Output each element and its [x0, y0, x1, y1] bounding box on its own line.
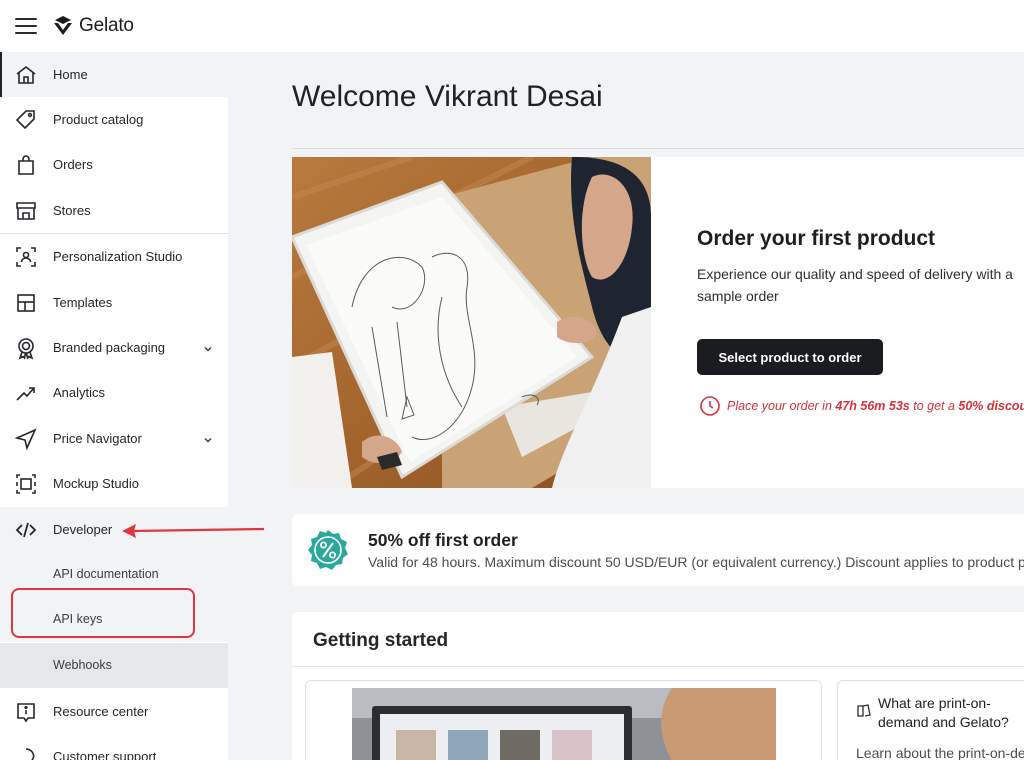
- timer-countdown: 47h 56m 53s: [835, 399, 910, 413]
- shopping-bag-icon: [18, 155, 34, 175]
- getting-started-article-card[interactable]: What are print-on-demand and Gelato? Lea…: [837, 680, 1024, 760]
- gelato-logo[interactable]: Gelato: [51, 14, 134, 38]
- first-order-card: Order your first product Experience our …: [292, 157, 1024, 488]
- personalization-icon: [16, 247, 36, 267]
- timer-prefix: Place your order in: [727, 399, 836, 413]
- trend-icon: [16, 387, 35, 401]
- framed-print-photo: [292, 157, 651, 488]
- welcome-divider: [292, 148, 1024, 149]
- navigation-icon: [14, 428, 37, 451]
- getting-started-divider: [292, 666, 1024, 667]
- sidebar-item-label: Orders: [53, 157, 93, 172]
- select-product-to-order-button[interactable]: Select product to order: [697, 339, 883, 375]
- sidebar-item-templates[interactable]: Templates: [0, 280, 228, 325]
- sidebar-item-label: Home: [53, 67, 88, 82]
- promo-title: 50% off first order: [368, 530, 518, 550]
- gelato-logo-icon: [54, 16, 72, 35]
- chevron-down-icon[interactable]: [202, 343, 214, 355]
- hero-title: Order your first product: [697, 227, 936, 250]
- sidebar-item-label: Personalization Studio: [53, 249, 183, 264]
- sidebar-item-personalization-studio[interactable]: Personalization Studio: [0, 234, 228, 279]
- sidebar-item-label: Analytics: [53, 385, 106, 400]
- app-name: Gelato: [79, 15, 134, 36]
- sidebar-item-mockup-studio[interactable]: Mockup Studio: [0, 461, 228, 506]
- sidebar-item-label: Branded packaging: [53, 340, 166, 355]
- sidebar-item-label: Developer: [53, 522, 113, 537]
- sidebar-item-stores[interactable]: Stores: [0, 188, 228, 233]
- sidebar-item-label: Mockup Studio: [53, 476, 139, 491]
- laptop-photo: [352, 688, 776, 760]
- mockup-icon: [16, 474, 36, 494]
- badge-icon: [18, 338, 34, 360]
- sidebar-item-price-navigator[interactable]: Price Navigator: [0, 416, 228, 461]
- sidebar-subitem-webhooks[interactable]: Webhooks: [0, 643, 228, 688]
- sidebar-subitem-label: API documentation: [53, 567, 159, 581]
- sidebar-item-analytics[interactable]: Analytics: [0, 370, 228, 415]
- webhooks-highlight-box: [11, 588, 195, 638]
- sidebar: Home Product catalog Orders Stores Perso…: [0, 52, 228, 760]
- code-icon: [15, 522, 37, 538]
- sidebar-item-label: Product catalog: [53, 112, 144, 127]
- sidebar-item-label: Customer support: [53, 749, 157, 760]
- chevron-down-icon[interactable]: [202, 434, 214, 446]
- discount-banner: 50% off first order Valid for 48 hours. …: [292, 514, 1024, 586]
- home-icon: [16, 65, 36, 84]
- timer-discount: 50% discount: [958, 399, 1024, 413]
- page-title: Welcome Vikrant Desai: [292, 80, 603, 113]
- getting-started-title: Getting started: [313, 630, 449, 651]
- sidebar-item-orders[interactable]: Orders: [0, 142, 228, 187]
- store-icon: [16, 202, 36, 220]
- templates-icon: [17, 294, 35, 312]
- sidebar-item-label: Stores: [53, 203, 91, 218]
- info-board-icon: [17, 703, 35, 723]
- sidebar-item-home[interactable]: Home: [0, 52, 228, 97]
- sidebar-item-product-catalog[interactable]: Product catalog: [0, 97, 228, 142]
- sidebar-item-label: Resource center: [53, 704, 149, 719]
- promo-description: Valid for 48 hours. Maximum discount 50 …: [368, 554, 1024, 570]
- hero-description: Experience our quality and speed of deli…: [697, 266, 1013, 304]
- sidebar-item-label: Templates: [53, 295, 113, 310]
- order-timer: Place your order in 47h 56m 53s to get a…: [699, 395, 1024, 417]
- book-icon: [857, 704, 871, 717]
- sidebar-item-label: Price Navigator: [53, 431, 142, 446]
- timer-middle: to get a: [909, 399, 959, 413]
- sidebar-item-customer-support[interactable]: Customer support: [0, 734, 228, 760]
- sidebar-item-resource-center[interactable]: Resource center: [0, 689, 228, 734]
- timer-text: Place your order in 47h 56m 53s to get a…: [727, 399, 1024, 413]
- getting-started-video-card[interactable]: [305, 680, 822, 760]
- percent-badge-icon: [308, 530, 348, 570]
- sidebar-subitem-label: Webhooks: [53, 658, 112, 672]
- clock-icon: [700, 396, 720, 416]
- card-title: What are print-on-demand and Gelato?: [878, 695, 1009, 730]
- tag-icon: [15, 110, 35, 130]
- card-description: Learn about the print-on-demand: [856, 745, 1024, 760]
- top-bar: Gelato: [0, 0, 1024, 52]
- chat-icon: [19, 748, 35, 760]
- annotation-arrow-icon: [122, 524, 265, 538]
- sidebar-item-branded-packaging[interactable]: Branded packaging: [0, 325, 228, 370]
- getting-started-section: Getting started What are print-on-demand…: [292, 612, 1024, 760]
- menu-icon[interactable]: [15, 18, 37, 34]
